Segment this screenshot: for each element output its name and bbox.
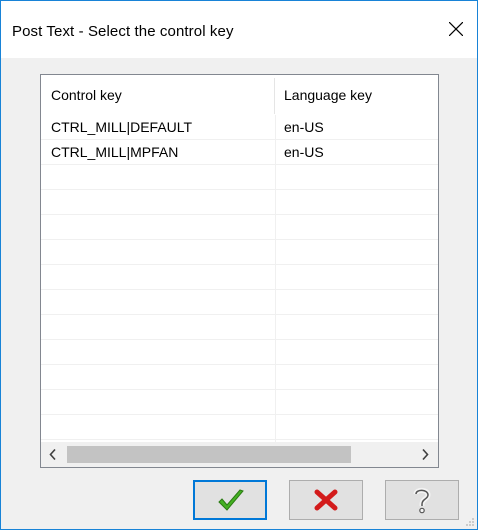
empty-table-row[interactable]: [41, 290, 438, 315]
cancel-button[interactable]: [289, 480, 363, 520]
scroll-left-button[interactable]: [41, 442, 66, 467]
close-icon: [449, 22, 463, 36]
language-key-cell: en-US: [284, 119, 324, 135]
red-x-icon: [314, 489, 338, 511]
scrollbar-thumb[interactable]: [67, 446, 351, 463]
column-separator[interactable]: [274, 78, 275, 114]
chevron-left-icon: [49, 449, 56, 460]
list-rows: CTRL_MILL|DEFAULT en-US CTRL_MILL|MPFAN en-…: [41, 115, 438, 442]
list-header: Control key Language key: [41, 75, 438, 115]
horizontal-scrollbar[interactable]: [41, 442, 438, 467]
language-key-cell: en-US: [284, 144, 324, 160]
empty-table-row[interactable]: [41, 315, 438, 340]
help-button[interactable]: [385, 480, 459, 520]
chevron-right-icon: [422, 449, 429, 460]
table-row[interactable]: CTRL_MILL|MPFAN en-US: [41, 140, 438, 165]
checkmark-icon: [218, 489, 244, 511]
empty-table-row[interactable]: [41, 365, 438, 390]
column-header-control-key[interactable]: Control key: [51, 75, 122, 115]
empty-table-row[interactable]: [41, 215, 438, 240]
column-header-language-key[interactable]: Language key: [284, 75, 372, 115]
close-button[interactable]: [435, 9, 477, 49]
scroll-right-button[interactable]: [413, 442, 438, 467]
empty-table-row[interactable]: [41, 265, 438, 290]
empty-table-row[interactable]: [41, 190, 438, 215]
ok-button[interactable]: [193, 480, 267, 520]
control-key-cell: CTRL_MILL|MPFAN: [51, 144, 179, 160]
question-mark-icon: [413, 487, 431, 514]
empty-table-row[interactable]: [41, 240, 438, 265]
empty-table-row[interactable]: [41, 390, 438, 415]
empty-table-row[interactable]: [41, 415, 438, 440]
empty-table-row[interactable]: [41, 165, 438, 190]
control-key-cell: CTRL_MILL|DEFAULT: [51, 119, 193, 135]
dialog-title: Post Text - Select the control key: [12, 23, 234, 40]
table-row[interactable]: CTRL_MILL|DEFAULT en-US: [41, 115, 438, 140]
column-gridline: [275, 115, 276, 442]
resize-grip[interactable]: [465, 517, 475, 527]
empty-table-row[interactable]: [41, 340, 438, 365]
control-key-list[interactable]: Control key Language key CTRL_MILL|DEFAU…: [40, 74, 439, 468]
title-bar: Post Text - Select the control key: [1, 1, 477, 58]
dialog-window: Post Text - Select the control key Contr…: [0, 0, 478, 530]
